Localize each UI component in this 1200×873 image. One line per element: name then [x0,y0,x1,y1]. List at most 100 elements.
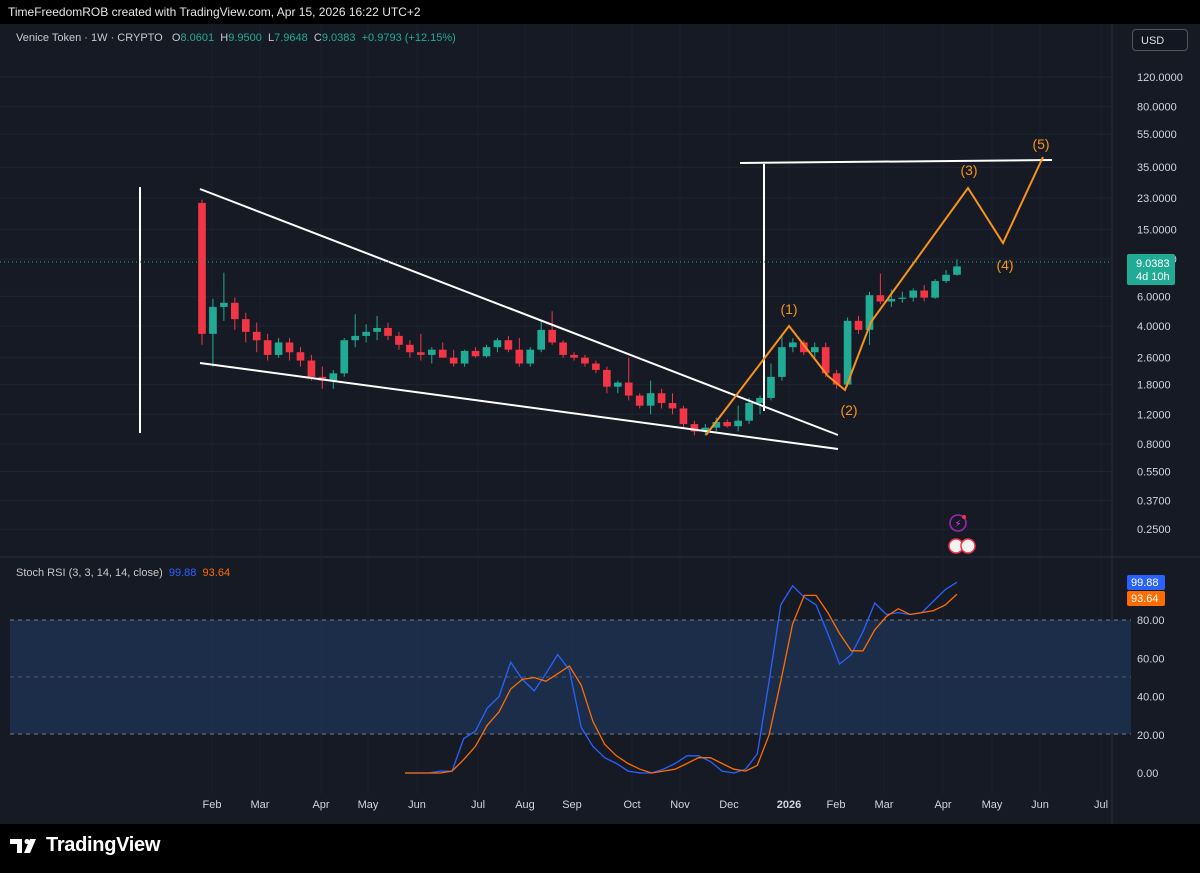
candle-body [745,403,753,421]
time-tick-label: Feb [203,799,222,811]
wave-label-5: (5) [1032,136,1049,152]
candle-body [263,340,272,355]
candle-body [559,342,567,355]
candle-body [909,290,918,298]
low-value: 7.9648 [274,32,308,44]
candle-body [876,295,885,302]
price-tick-label: 0.8000 [1137,439,1171,451]
chart-frame: TimeFreedomROB created with TradingView.… [0,0,1200,873]
candle-body [668,403,677,409]
symbol-title[interactable]: Venice Token · 1W · CRYPTO [16,32,163,44]
footer-bar: TradingView [0,824,1200,873]
tradingview-logo[interactable]: TradingView [10,834,160,857]
candle-body [252,331,261,341]
symbol-legend[interactable]: Venice Token · 1W · CRYPTO O8.0601 H9.95… [16,32,456,44]
high-label: H [220,32,229,44]
candle-body [198,202,206,334]
candle-body [613,382,622,387]
candle-body [734,420,742,427]
price-tick-label: 23.0000 [1137,193,1177,205]
last-price-value: 9.0383 [1136,258,1170,270]
k-tag-value: 99.88 [1131,577,1159,589]
candle-body [603,369,611,387]
time-tick-label: Oct [623,799,640,811]
candle-body [274,342,283,355]
candle-body [679,408,688,425]
indicator-d-value: 93.64 [202,567,231,579]
attribution-bar: TimeFreedomROB created with TradingView.… [0,0,1200,24]
candle-body [854,320,863,330]
last-price-tag: 9.0383 4d 10h [1127,254,1175,285]
rsi-tick-label: 40.00 [1137,692,1165,704]
candle-body [427,349,436,355]
candle-body [220,302,228,307]
candle-body [340,340,349,374]
candle-body [351,335,360,341]
time-tick-label: Mar [875,799,894,811]
candle-body [646,393,655,406]
price-tick-label: 6.0000 [1137,291,1171,303]
candle-body [592,363,600,370]
candle-body [953,266,961,275]
candle-body [515,349,524,364]
time-tick-label: Mar [251,799,270,811]
candle-body [581,357,589,364]
candle-body [241,319,250,332]
price-tick-label: 4.0000 [1137,321,1171,333]
currency-button[interactable]: USD [1132,29,1188,51]
time-tick-label: May [358,799,379,811]
change-value: +0.9793 (+12.15%) [361,32,456,44]
price-tick-label: 35.0000 [1137,162,1177,174]
candle-body [942,274,950,282]
us-economic-event-icon-2[interactable] [960,538,976,554]
wave-label-1: (1) [780,301,797,317]
candle-body [417,352,425,355]
rsi-tick-label: 60.00 [1137,653,1165,665]
candle-body [931,281,939,298]
candle-body [296,352,305,361]
price-tick-label: 80.0000 [1137,102,1177,114]
time-tick-label: Jul [1094,799,1108,811]
candle-body [767,376,775,398]
candle-body [384,327,392,336]
candle-body [810,347,819,353]
lightning-glyph-icon: ⚡ [954,519,961,530]
price-tick-label: 1.2000 [1137,409,1171,421]
wave-label-2: (2) [840,402,857,418]
candle-body [756,397,764,404]
candle-body [526,349,535,364]
time-tick-label: Sep [562,799,582,811]
time-tick-label: Aug [515,799,535,811]
chart-canvas[interactable]: (1) (2) (3) (4) (5) 120.0000 80.0000 55.00… [0,24,1200,824]
candle-body [209,306,217,334]
candle-body [537,329,546,350]
alert-dot-icon [962,515,966,519]
wave-label-3: (3) [960,162,977,178]
candle-body [493,340,502,348]
attribution-text: TimeFreedomROB created with TradingView.… [8,5,421,19]
indicator-title[interactable]: Stoch RSI (3, 3, 14, 14, close) [16,567,163,579]
candle-body [460,350,469,364]
time-tick-label: Jun [1031,799,1049,811]
tradingview-logo-icon [10,838,36,853]
candle-body [920,290,929,298]
candle-body [285,342,294,353]
high-value: 9.9500 [228,32,262,44]
open-value: 8.0601 [180,32,215,44]
candle-body [373,327,381,332]
time-tick-label: 2026 [777,799,801,811]
candle-body [723,422,732,427]
price-tick-label: 0.2500 [1137,524,1171,536]
candle-body [778,347,786,377]
rsi-tick-label: 0.00 [1137,768,1158,780]
time-tick-label: May [982,799,1003,811]
candle-body [635,395,644,406]
candle-body [406,344,414,353]
candle-body [329,373,338,381]
indicator-legend[interactable]: Stoch RSI (3, 3, 14, 14, close) 99.88 93… [16,567,230,579]
tradingview-logo-text: TradingView [46,834,161,856]
candle-body [482,347,491,357]
time-tick-label: Dec [719,799,739,811]
price-tick-label: 15.0000 [1137,224,1177,236]
candle-body [657,393,666,404]
